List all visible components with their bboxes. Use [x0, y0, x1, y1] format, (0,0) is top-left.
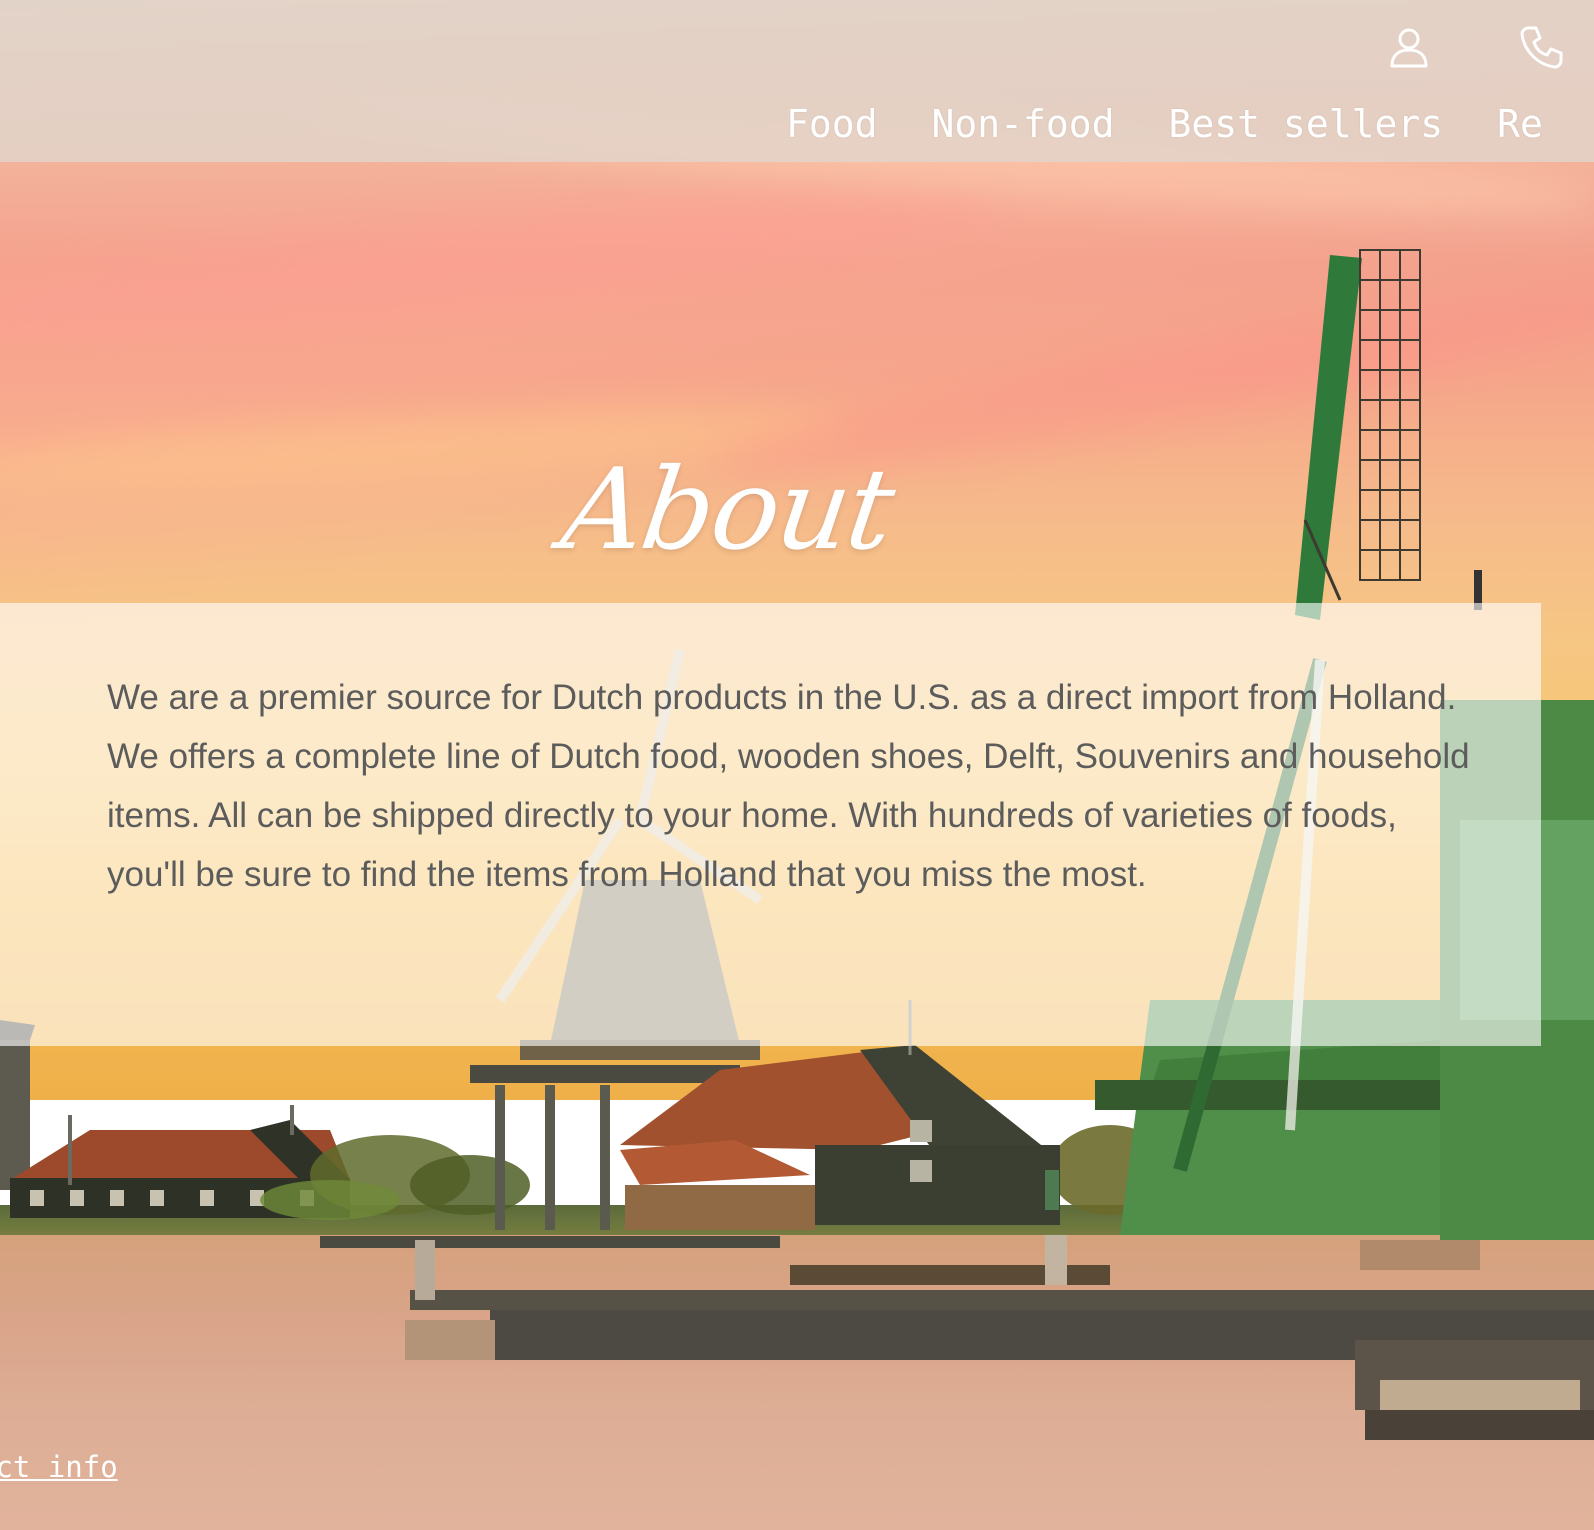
- site-header: Food Non-food Best sellers Re: [0, 0, 1594, 162]
- main-nav: Food Non-food Best sellers Re: [786, 96, 1594, 152]
- nav-item-truncated[interactable]: Re: [1497, 96, 1543, 152]
- nav-item-best-sellers[interactable]: Best sellers: [1169, 96, 1444, 152]
- user-icon[interactable]: [1386, 24, 1432, 70]
- phone-icon[interactable]: [1518, 24, 1564, 70]
- docks: [320, 1235, 1594, 1440]
- about-description: We are a premier source for Dutch produc…: [107, 678, 1470, 894]
- page-title: About: [554, 445, 901, 575]
- nav-item-non-food[interactable]: Non-food: [932, 96, 1115, 152]
- contact-info-link[interactable]: act info: [0, 1446, 118, 1488]
- nav-item-food[interactable]: Food: [786, 96, 878, 152]
